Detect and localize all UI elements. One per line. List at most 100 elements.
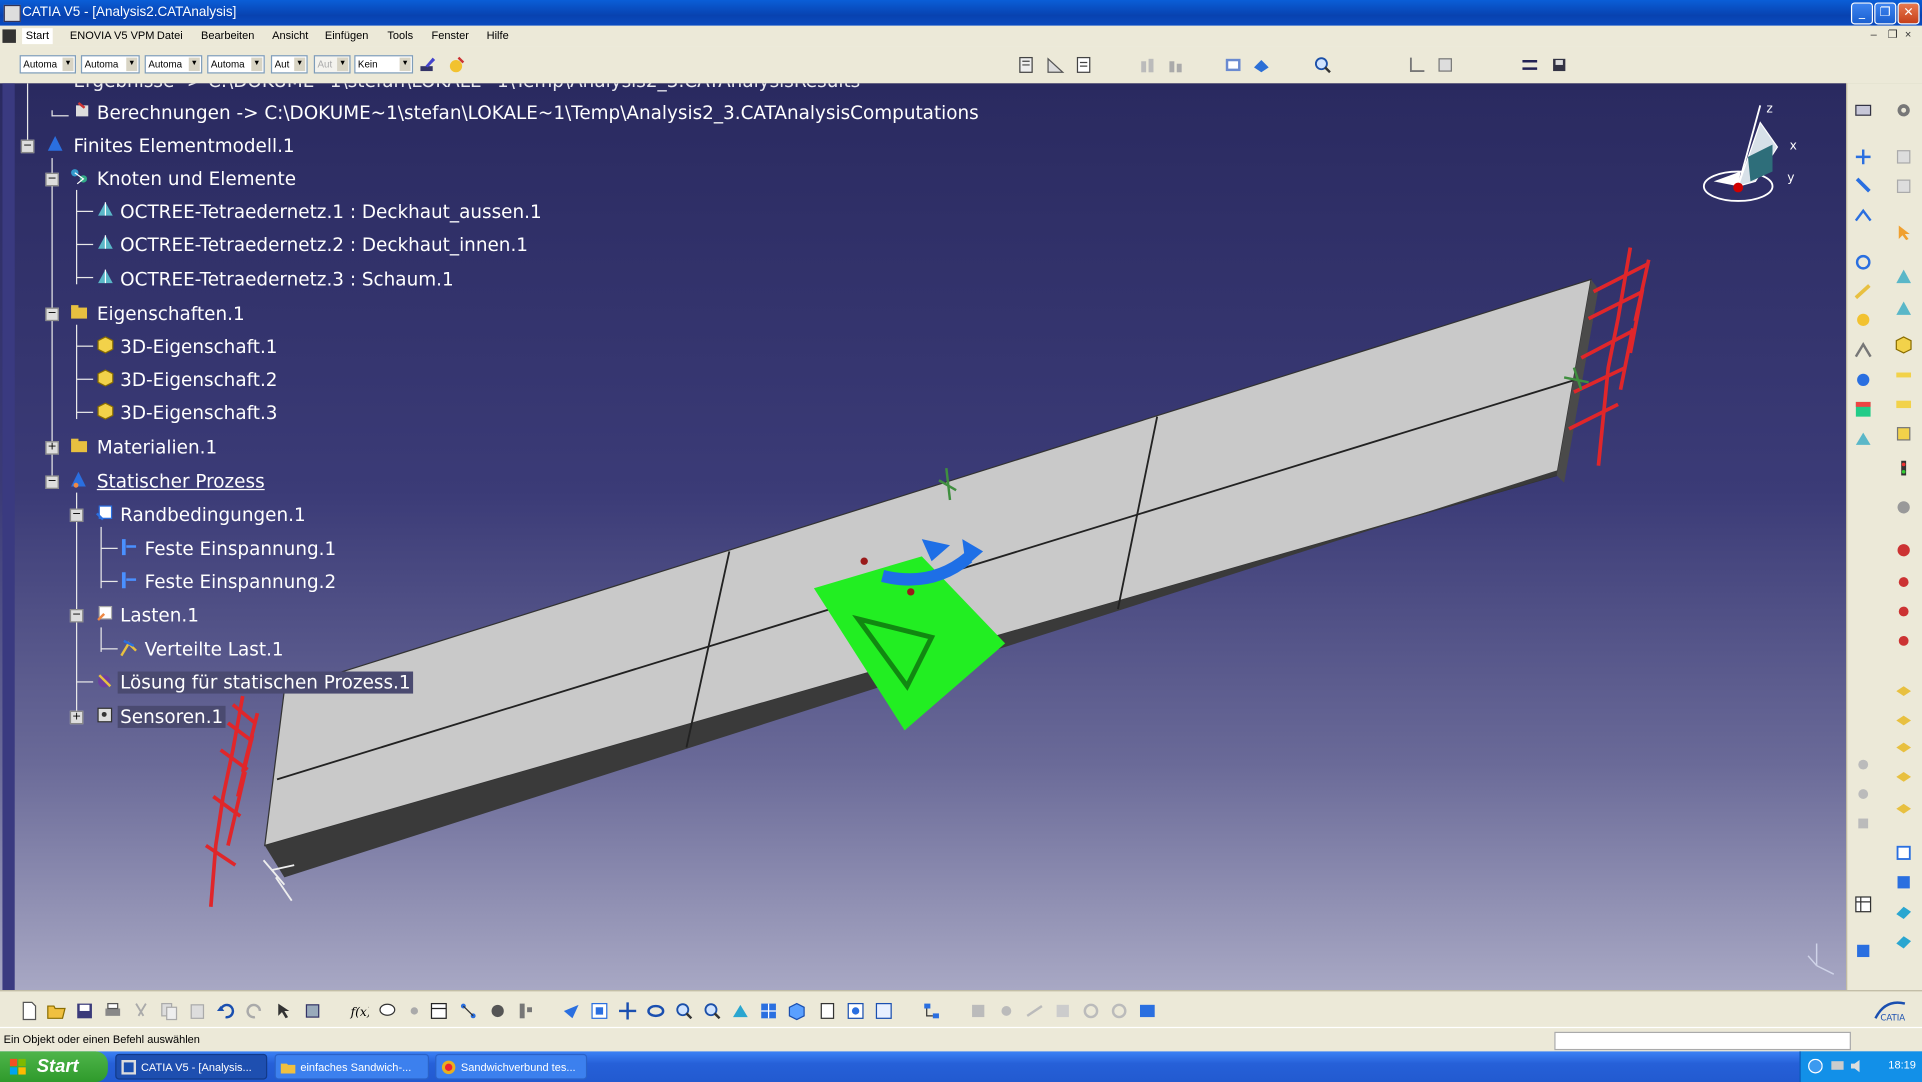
shading-icon[interactable] <box>818 1001 838 1021</box>
swap-space-icon[interactable] <box>874 1001 894 1021</box>
layer2-icon[interactable] <box>1894 708 1914 728</box>
collapse-toggle[interactable]: − <box>45 307 59 322</box>
tree-node-randbedingungen[interactable]: Randbedingungen.1 <box>120 504 306 526</box>
save-icon[interactable] <box>75 1001 95 1021</box>
taskbar-item-folder[interactable]: einfaches Sandwich-... <box>274 1053 430 1080</box>
network-tray-icon[interactable] <box>1830 1059 1845 1074</box>
constraint-icon[interactable] <box>1138 55 1158 75</box>
gear2-icon[interactable] <box>1853 370 1873 390</box>
tree-node-3d-eigenschaft-3[interactable]: 3D-Eigenschaft.3 <box>120 402 277 424</box>
collapse-toggle[interactable]: − <box>69 508 84 523</box>
tree-node-materialien[interactable]: Materialien.1 <box>97 436 217 458</box>
save-image-icon[interactable] <box>1549 55 1569 75</box>
cut-icon[interactable] <box>131 1001 151 1021</box>
tree-node-verteilte-last[interactable]: Verteilte Last.1 <box>145 638 284 660</box>
tools-icon[interactable] <box>1853 941 1873 961</box>
knowledge-icon[interactable] <box>405 1001 425 1021</box>
transfer-icon[interactable] <box>1138 1001 1158 1021</box>
dropdown-arrow-icon[interactable]: ▼ <box>126 57 138 72</box>
cursor-icon[interactable] <box>1894 223 1914 243</box>
fit-all-icon[interactable] <box>590 1001 610 1021</box>
load-tool-icon[interactable] <box>1853 282 1873 302</box>
print-icon[interactable] <box>103 1001 123 1021</box>
rotate-icon[interactable] <box>646 1001 666 1021</box>
tree-node-octree-1[interactable]: OCTREE-Tetraedernetz.1 : Deckhaut_aussen… <box>120 201 542 223</box>
search-icon[interactable] <box>1313 55 1333 75</box>
layer-filter-combo[interactable]: Kein ▼ <box>354 55 414 74</box>
network-icon[interactable] <box>458 1001 478 1021</box>
traffic-light-icon[interactable] <box>1894 458 1914 478</box>
linetype-combo[interactable]: Automa ▼ <box>80 55 140 74</box>
doc-close[interactable]: × <box>1905 28 1911 40</box>
layer-icon[interactable] <box>1894 679 1914 699</box>
menu-start[interactable]: Start <box>22 28 53 45</box>
tree-node-3d-eigenschaft-1[interactable]: 3D-Eigenschaft.1 <box>120 336 277 358</box>
layer5-icon[interactable] <box>1894 797 1914 817</box>
expand-toggle[interactable]: + <box>45 441 59 455</box>
whats-this-icon[interactable] <box>275 1001 295 1021</box>
undo-icon[interactable] <box>216 1001 236 1021</box>
painter-icon[interactable] <box>418 55 438 75</box>
taskbar-item-browser[interactable]: Sandwichverbund tes... <box>435 1053 588 1080</box>
command-input[interactable] <box>1554 1031 1851 1051</box>
table-icon[interactable] <box>1853 895 1873 915</box>
axis-icon[interactable] <box>1407 55 1427 75</box>
iso-view-icon[interactable] <box>787 1001 807 1021</box>
layer4-icon[interactable] <box>1894 765 1914 785</box>
list-icon[interactable] <box>516 1001 536 1021</box>
catalog-icon[interactable] <box>1223 55 1243 75</box>
menu-hilfe[interactable]: Hilfe <box>487 29 509 41</box>
doc-restore[interactable]: ❐ <box>1888 28 1898 41</box>
sensor3-icon[interactable] <box>1894 600 1914 620</box>
pressure-icon[interactable] <box>1853 341 1873 361</box>
expand-toggle[interactable]: + <box>69 710 84 725</box>
compute-icon[interactable] <box>1853 100 1873 120</box>
tray-arrow-icon[interactable] <box>1808 1058 1823 1074</box>
document-menu-icon[interactable] <box>2 29 16 43</box>
tree-node-loesung[interactable]: Lösung für statischen Prozess.1 <box>117 671 414 694</box>
3d-window-icon[interactable] <box>303 1001 323 1021</box>
mesh-tetra-icon[interactable] <box>1894 267 1914 287</box>
material-icon[interactable] <box>446 55 466 75</box>
3d-property-tool-icon[interactable] <box>1894 336 1914 356</box>
fixed-restraint-right-icon[interactable] <box>1568 247 1651 466</box>
dropdown-arrow-icon[interactable]: ▼ <box>188 57 200 72</box>
zoom-in-icon[interactable] <box>674 1001 694 1021</box>
collapse-toggle[interactable]: − <box>45 172 59 187</box>
comment-icon[interactable] <box>378 1001 398 1021</box>
tree-node-octree-2[interactable]: OCTREE-Tetraedernetz.2 : Deckhaut_innen.… <box>120 234 528 256</box>
collapse-toggle[interactable]: − <box>69 609 84 623</box>
beam-property-icon[interactable] <box>1894 395 1914 415</box>
plate-top-face[interactable] <box>264 278 1592 847</box>
compass-icon[interactable] <box>1702 105 1779 202</box>
zoom-out-icon[interactable] <box>702 1001 722 1021</box>
collapse-toggle[interactable]: − <box>20 139 35 154</box>
swap-icon[interactable] <box>1520 55 1540 75</box>
menu-ansicht[interactable]: Ansicht <box>272 29 308 41</box>
virtual-part-icon[interactable] <box>1853 206 1873 226</box>
collapse-toggle[interactable]: − <box>45 475 59 489</box>
sphere-icon[interactable] <box>1894 498 1914 518</box>
thickness-combo[interactable]: Automa ▼ <box>144 55 203 74</box>
tree-node-knoten-und-elemente[interactable]: Knoten und Elemente <box>97 168 296 190</box>
tree-node-3d-eigenschaft-2[interactable]: 3D-Eigenschaft.2 <box>120 369 277 391</box>
mesh-spec-icon[interactable] <box>1853 147 1873 167</box>
grid-icon[interactable] <box>1435 55 1455 75</box>
taskbar-item-catia[interactable]: CATIA V5 - [Analysis... <box>115 1053 268 1080</box>
close-button[interactable]: ✕ <box>1897 2 1920 25</box>
minimize-button[interactable]: _ <box>1850 2 1874 25</box>
multi-view-icon[interactable] <box>759 1001 779 1021</box>
fly-icon[interactable] <box>561 1001 581 1021</box>
paste-icon[interactable] <box>188 1001 208 1021</box>
shell-property-icon[interactable] <box>1894 365 1914 385</box>
hide-show-icon[interactable] <box>846 1001 866 1021</box>
transparency-combo[interactable]: Automa ▼ <box>207 55 265 74</box>
dropdown-arrow-icon[interactable]: ▼ <box>251 57 263 72</box>
start-button[interactable]: Start <box>0 1051 108 1082</box>
pan-icon[interactable] <box>618 1001 638 1021</box>
tree-node-feste-einspannung-2[interactable]: Feste Einspannung.2 <box>145 571 337 593</box>
tree-view-icon[interactable] <box>922 1001 942 1021</box>
sensor2-icon[interactable] <box>1894 571 1914 591</box>
menu-enovia[interactable]: ENOVIA V5 VPM <box>70 29 155 41</box>
tree-node-feste-einspannung-1[interactable]: Feste Einspannung.1 <box>145 538 337 560</box>
